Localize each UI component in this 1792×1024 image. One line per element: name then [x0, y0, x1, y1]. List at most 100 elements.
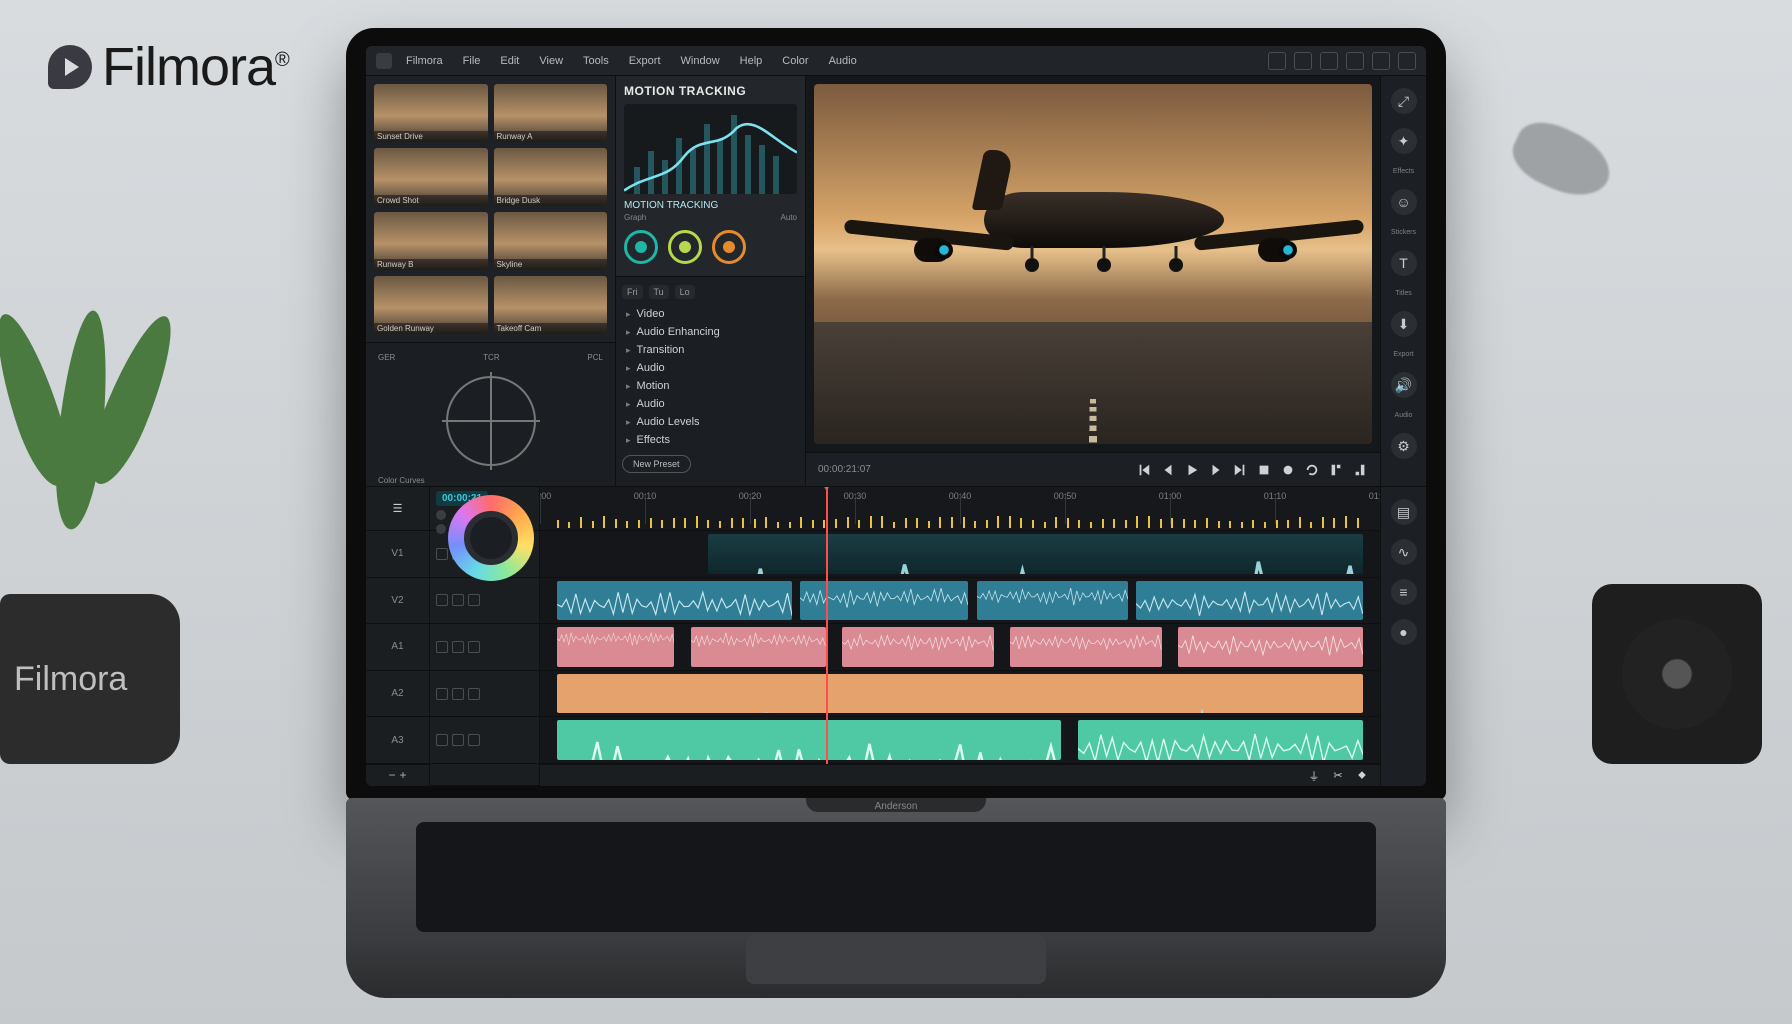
fullscreen-icon[interactable]	[1398, 52, 1416, 70]
knob-teal[interactable]	[624, 230, 658, 264]
tracking-scope-icon[interactable]	[446, 376, 536, 466]
menu-window[interactable]: Window	[675, 53, 726, 69]
eff-tab[interactable]: Lo	[675, 285, 695, 299]
mark-out-icon[interactable]	[1352, 462, 1368, 478]
timeline-ruler[interactable]: 00:0000:1000:2000:3000:4000:5001:0001:10…	[540, 487, 1380, 531]
media-thumb[interactable]	[494, 148, 608, 206]
timeline-clip[interactable]	[977, 581, 1128, 621]
timeline-clip[interactable]	[1178, 627, 1363, 667]
expand-icon[interactable]: ⤢	[1391, 88, 1417, 114]
menu-tools[interactable]: Tools	[577, 53, 615, 69]
track-lock-icon[interactable]	[452, 734, 464, 746]
track-head[interactable]: A3	[366, 717, 429, 764]
timeline-options-icon[interactable]: ☰	[366, 487, 429, 531]
media-thumb[interactable]	[494, 276, 608, 334]
knob-orange[interactable]	[712, 230, 746, 264]
timeline-clip[interactable]	[1010, 627, 1161, 667]
effect-item[interactable]: Effects	[622, 431, 799, 449]
export-icon[interactable]	[1346, 52, 1364, 70]
loop-icon[interactable]	[1304, 462, 1320, 478]
effect-item[interactable]: Video	[622, 305, 799, 323]
speaker-icon[interactable]: 🔊	[1391, 372, 1417, 398]
timeline-track[interactable]	[540, 531, 1380, 578]
skip-back-icon[interactable]	[1136, 462, 1152, 478]
track-mute-icon[interactable]	[436, 688, 448, 700]
track-mute-icon[interactable]	[436, 641, 448, 653]
timeline-clip[interactable]	[1136, 581, 1363, 621]
timeline-clip[interactable]	[557, 674, 1363, 714]
knob-lime[interactable]	[668, 230, 702, 264]
frame-fwd-icon[interactable]	[1208, 462, 1224, 478]
frame-back-icon[interactable]	[1160, 462, 1176, 478]
new-preset-button[interactable]: New Preset	[622, 455, 691, 473]
timeline-track[interactable]	[540, 717, 1380, 764]
timeline-clip[interactable]	[557, 720, 1061, 760]
effect-item[interactable]: Audio Enhancing	[622, 323, 799, 341]
menu-app[interactable]: Filmora	[400, 53, 449, 69]
menu-audio[interactable]: Audio	[823, 53, 863, 69]
effect-item[interactable]: Motion	[622, 377, 799, 395]
mark-in-icon[interactable]	[1328, 462, 1344, 478]
timeline-clip[interactable]	[557, 627, 675, 667]
track-eye-icon[interactable]	[468, 688, 480, 700]
zoom-in-button[interactable]: +	[400, 768, 407, 782]
title-icon[interactable]: T	[1391, 250, 1417, 276]
timeline-clip[interactable]	[1078, 720, 1364, 760]
color-wheel[interactable]	[448, 495, 534, 581]
timeline-clip[interactable]	[842, 627, 993, 667]
wave-icon[interactable]: ∿	[1391, 539, 1417, 565]
download-icon[interactable]: ⬇	[1391, 311, 1417, 337]
media-thumb[interactable]	[374, 276, 488, 334]
preview-monitor[interactable]	[814, 84, 1372, 444]
menu-file[interactable]: File	[457, 53, 487, 69]
effect-item[interactable]: Audio	[622, 395, 799, 413]
effect-item[interactable]: Transition	[622, 341, 799, 359]
track-head[interactable]: V1	[366, 531, 429, 578]
timeline-clip[interactable]	[557, 581, 792, 621]
menu-help[interactable]: Help	[734, 53, 769, 69]
tool-dot[interactable]	[436, 510, 446, 520]
track-head[interactable]: V2	[366, 578, 429, 625]
record-icon[interactable]	[1280, 462, 1296, 478]
timeline-track[interactable]	[540, 624, 1380, 671]
sparkle-icon[interactable]: ✦	[1391, 128, 1417, 154]
menu-export[interactable]: Export	[623, 53, 667, 69]
redo-icon[interactable]	[1320, 52, 1338, 70]
menu-edit[interactable]: Edit	[494, 53, 525, 69]
track-head[interactable]: A1	[366, 624, 429, 671]
mic-icon[interactable]: ●	[1391, 619, 1417, 645]
skip-fwd-icon[interactable]	[1232, 462, 1248, 478]
eff-tab[interactable]: Fri	[622, 285, 643, 299]
media-thumb[interactable]	[494, 212, 608, 270]
track-mute-icon[interactable]	[436, 594, 448, 606]
track-lock-icon[interactable]	[452, 688, 464, 700]
zoom-out-button[interactable]: −	[388, 768, 395, 782]
track-eye-icon[interactable]	[468, 641, 480, 653]
timeline-clip[interactable]	[691, 627, 825, 667]
timeline-track[interactable]	[540, 578, 1380, 625]
play-icon[interactable]	[1184, 462, 1200, 478]
timeline-track[interactable]	[540, 671, 1380, 718]
mixer-icon[interactable]: ≡	[1391, 579, 1417, 605]
timeline-tracks-area[interactable]: 00:0000:1000:2000:3000:4000:5001:0001:10…	[540, 487, 1380, 786]
sticker-icon[interactable]: ☺	[1391, 189, 1417, 215]
track-mute-icon[interactable]	[436, 734, 448, 746]
scissors-icon[interactable]: ✂	[1330, 768, 1346, 784]
menu-view[interactable]: View	[533, 53, 569, 69]
undo-icon[interactable]	[1294, 52, 1312, 70]
track-eye-icon[interactable]	[468, 734, 480, 746]
marker-icon[interactable]: ⬥	[1354, 768, 1370, 784]
save-icon[interactable]	[1268, 52, 1286, 70]
settings-icon[interactable]	[1372, 52, 1390, 70]
media-thumb[interactable]	[494, 84, 608, 142]
media-thumb[interactable]	[374, 212, 488, 270]
layers-icon[interactable]: ▤	[1391, 499, 1417, 525]
timeline-clip[interactable]	[708, 534, 1363, 574]
gear-icon[interactable]: ⚙	[1391, 433, 1417, 459]
media-thumb[interactable]	[374, 84, 488, 142]
eff-tab[interactable]: Tu	[649, 285, 669, 299]
motion-graph[interactable]	[624, 104, 797, 194]
media-thumb[interactable]	[374, 148, 488, 206]
stop-icon[interactable]	[1256, 462, 1272, 478]
track-lock-icon[interactable]	[452, 641, 464, 653]
